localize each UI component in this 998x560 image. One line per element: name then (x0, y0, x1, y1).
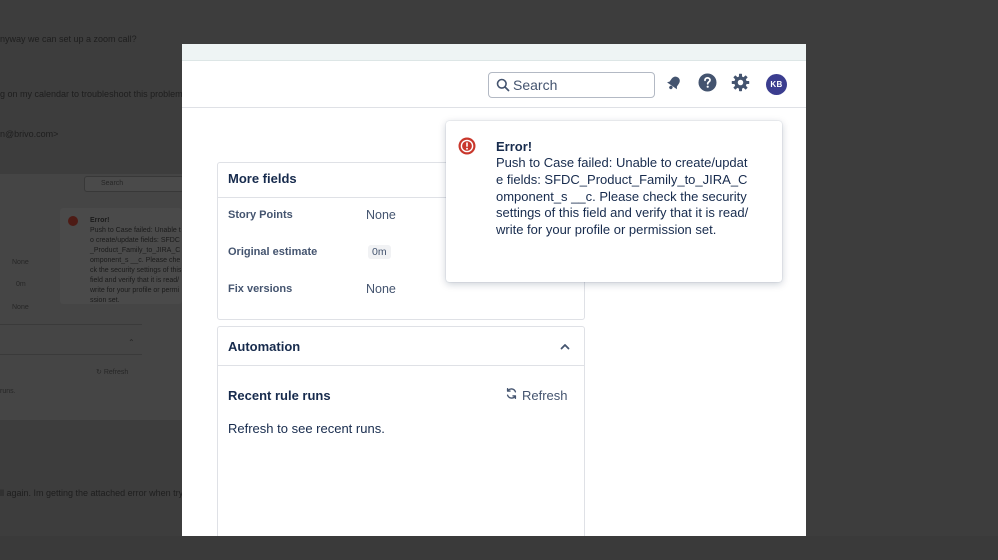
top-bar (182, 44, 806, 61)
help-button[interactable] (695, 73, 719, 97)
settings-icon (731, 73, 750, 97)
chat-line: g on my calendar to troubleshoot this pr… (0, 89, 191, 99)
chat-line: n@brivo.com> (0, 129, 59, 139)
search-box[interactable] (488, 72, 655, 98)
app-header: KB (182, 61, 806, 108)
search-icon (496, 78, 510, 92)
help-icon (698, 73, 717, 97)
settings-button[interactable] (728, 73, 752, 97)
error-icon (68, 216, 78, 226)
error-flag: Error! Push to Case failed: Unable to cr… (446, 121, 782, 282)
field-label-fix-versions: Fix versions (228, 283, 293, 295)
story-points-value[interactable]: None (366, 208, 396, 222)
error-message: Push to Case failed: Unable to create/up… (496, 155, 749, 238)
refresh-label: Refresh (522, 387, 568, 403)
screenshot-modal: KB More fields Story Points None Origina… (182, 44, 806, 536)
field-label-story-points: Story Points (228, 209, 293, 221)
fix-versions-value[interactable]: None (366, 282, 396, 296)
automation-panel: Automation Recent rule runs Refresh Refr… (217, 326, 585, 536)
refresh-icon (505, 387, 518, 403)
thumbnail-search: Search (84, 176, 184, 192)
field-label-original-estimate: Original estimate (228, 246, 318, 258)
error-icon (458, 137, 476, 155)
chevron-up-icon[interactable] (558, 340, 572, 354)
avatar[interactable]: KB (766, 74, 787, 95)
recent-runs-empty-text: Refresh to see recent runs. (228, 421, 385, 436)
notifications-button[interactable] (662, 73, 686, 97)
chat-line: ll again. Im getting the attached error … (0, 488, 184, 498)
chevron-up-icon: ⌃ (128, 338, 135, 347)
error-title: Error! (496, 139, 533, 154)
notifications-icon (665, 74, 683, 97)
attached-screenshot-thumbnail: Search Error! Push to Case failed: Unabl… (0, 174, 184, 420)
chat-line: nyway we can set up a zoom call? (0, 34, 137, 44)
refresh-button[interactable]: Refresh (505, 387, 568, 403)
thumbnail-error-card: Error! Push to Case failed: Unable to cr… (60, 208, 182, 304)
thumbnail-refresh: ↻ Refresh (96, 369, 129, 376)
recent-rule-runs-title: Recent rule runs (228, 388, 331, 403)
original-estimate-value[interactable]: 0m (368, 245, 391, 259)
automation-title[interactable]: Automation (228, 339, 300, 354)
search-input[interactable] (513, 75, 651, 95)
more-fields-title: More fields (228, 171, 297, 186)
